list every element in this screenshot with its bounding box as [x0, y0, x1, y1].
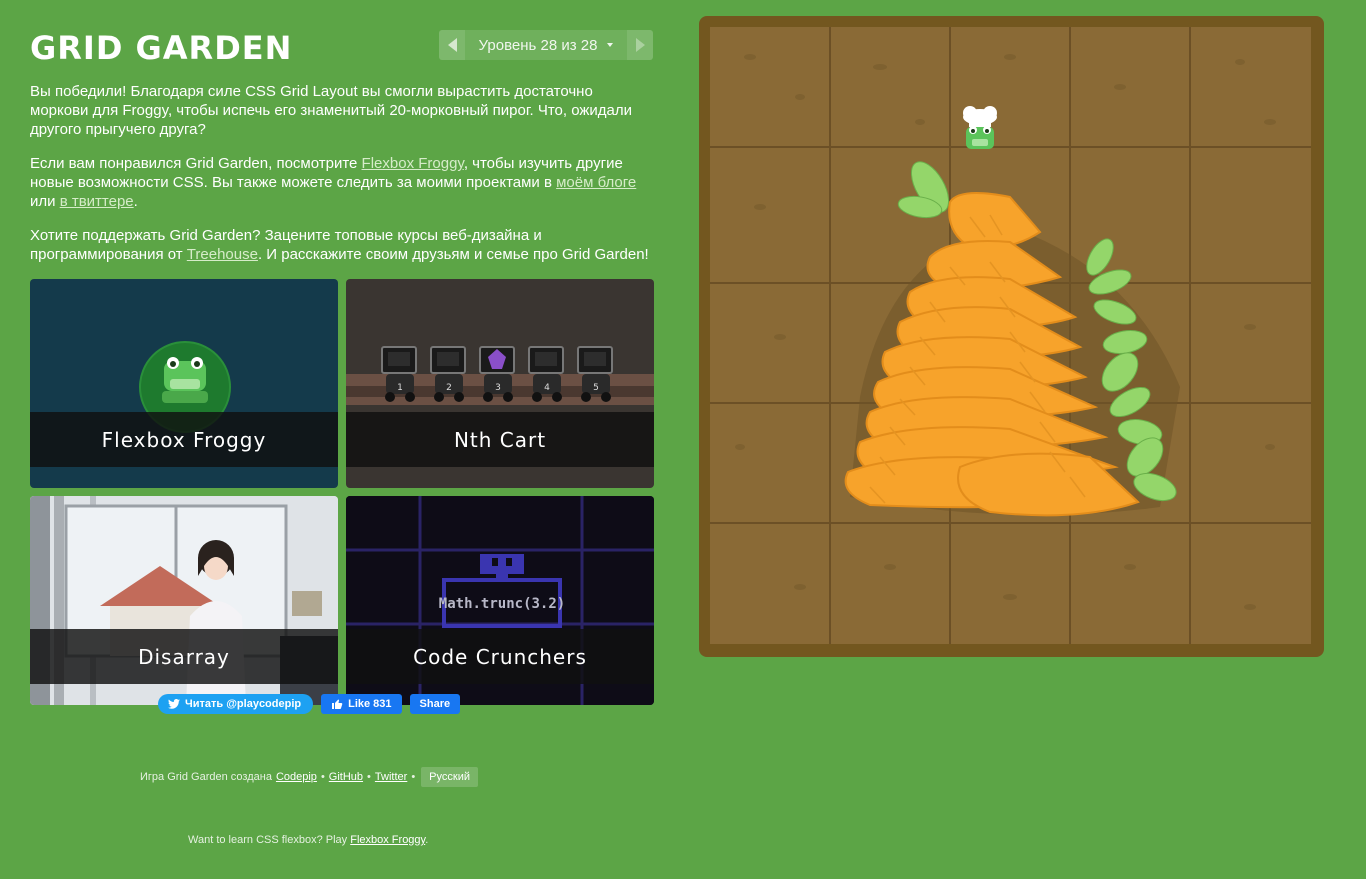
triangle-right-icon	[635, 38, 645, 52]
victory-paragraph: Вы победили! Благодаря силе CSS Grid Lay…	[30, 83, 633, 138]
treehouse-link[interactable]: Treehouse	[187, 246, 258, 263]
twitter-follow-label: Читать @playcodepip	[185, 698, 302, 710]
language-button[interactable]: Русский	[421, 767, 478, 787]
twitter-link[interactable]: в твиттере	[60, 193, 134, 210]
text-segment: . И расскажите своим друзьям и семье про…	[257, 246, 649, 263]
social-buttons: Читать @playcodepip Like 831 Share	[158, 694, 461, 714]
cart-number: 5	[593, 383, 599, 393]
credits-text: Игра Grid Garden создана	[140, 771, 272, 783]
thumbs-up-icon	[332, 699, 343, 709]
cart-number: 2	[446, 383, 452, 393]
text-segment: .	[133, 193, 138, 210]
game-title: Nth Cart	[346, 412, 654, 467]
garden-soil	[710, 27, 1311, 644]
github-link[interactable]: GitHub	[329, 771, 363, 783]
bullet-separator: •	[367, 771, 371, 783]
triangle-left-icon	[447, 38, 457, 52]
game-tile-code-crunchers[interactable]: Math.trunc(3.2) Code Crunchers	[346, 496, 654, 705]
game-title: Flexbox Froggy	[30, 412, 338, 467]
twitter-bird-icon	[168, 699, 180, 709]
cart-number: 4	[544, 383, 550, 393]
garden-board	[699, 16, 1324, 657]
game-title: Code Crunchers	[346, 629, 654, 684]
footer-credits: Игра Grid Garden создана Codepip • GitHu…	[140, 767, 478, 787]
facebook-like-button[interactable]: Like 831	[321, 694, 402, 714]
game-tile-nth-cart[interactable]: 1 2 3 4 5 Nth Cart	[346, 279, 654, 488]
code-expression: Math.trunc(3.2)	[439, 596, 565, 612]
bullet-separator: •	[320, 771, 325, 783]
cart-number: 3	[495, 383, 501, 393]
prev-level-button[interactable]	[439, 30, 465, 60]
facebook-like-label: Like 831	[348, 698, 392, 710]
game-tile-disarray[interactable]: Disarray	[30, 496, 338, 705]
bullet-separator: •	[411, 771, 416, 783]
level-navigation: Уровень 28 из 28	[439, 30, 653, 60]
blog-link[interactable]: моём блоге	[556, 174, 636, 191]
twitter-footer-link[interactable]: Twitter	[375, 771, 407, 783]
promo-text: Want to learn CSS flexbox? Play	[188, 834, 348, 846]
codepip-link[interactable]: Codepip	[276, 771, 317, 783]
next-level-button[interactable]	[627, 30, 653, 60]
caret-down-icon	[607, 43, 614, 47]
game-tile-flexbox-froggy[interactable]: Flexbox Froggy	[30, 279, 338, 488]
game-title: Disarray	[30, 629, 338, 684]
level-dropdown[interactable]: Уровень 28 из 28	[465, 30, 627, 60]
recommend-paragraph: Если вам понравился Grid Garden, посмотр…	[30, 154, 653, 211]
flexbox-froggy-link[interactable]: Flexbox Froggy	[362, 155, 464, 172]
page-title: GRID GARDEN	[30, 29, 293, 67]
level-label: Уровень 28 из 28	[478, 36, 598, 54]
instructions: Вы победили! Благодаря силе CSS Grid Lay…	[30, 82, 653, 279]
promo-suffix: .	[425, 834, 429, 846]
footer-flexbox-promo: Want to learn CSS flexbox? Play Flexbox …	[188, 834, 428, 846]
cart-number: 1	[397, 383, 403, 393]
flexbox-froggy-footer-link[interactable]: Flexbox Froggy	[350, 834, 425, 846]
twitter-follow-button[interactable]: Читать @playcodepip	[158, 694, 314, 714]
facebook-share-button[interactable]: Share	[409, 694, 461, 714]
facebook-share-label: Share	[419, 698, 451, 710]
support-paragraph: Хотите поддержать Grid Garden? Зацените …	[30, 226, 653, 264]
games-grid: Flexbox Froggy 1 2 3 4 5 Nth Cart Disarr…	[30, 279, 654, 705]
text-segment: или	[30, 193, 60, 210]
chef-frog	[963, 106, 997, 149]
text-segment: Если вам понравился Grid Garden, посмотр…	[30, 155, 362, 172]
garden-grid	[710, 27, 1311, 644]
